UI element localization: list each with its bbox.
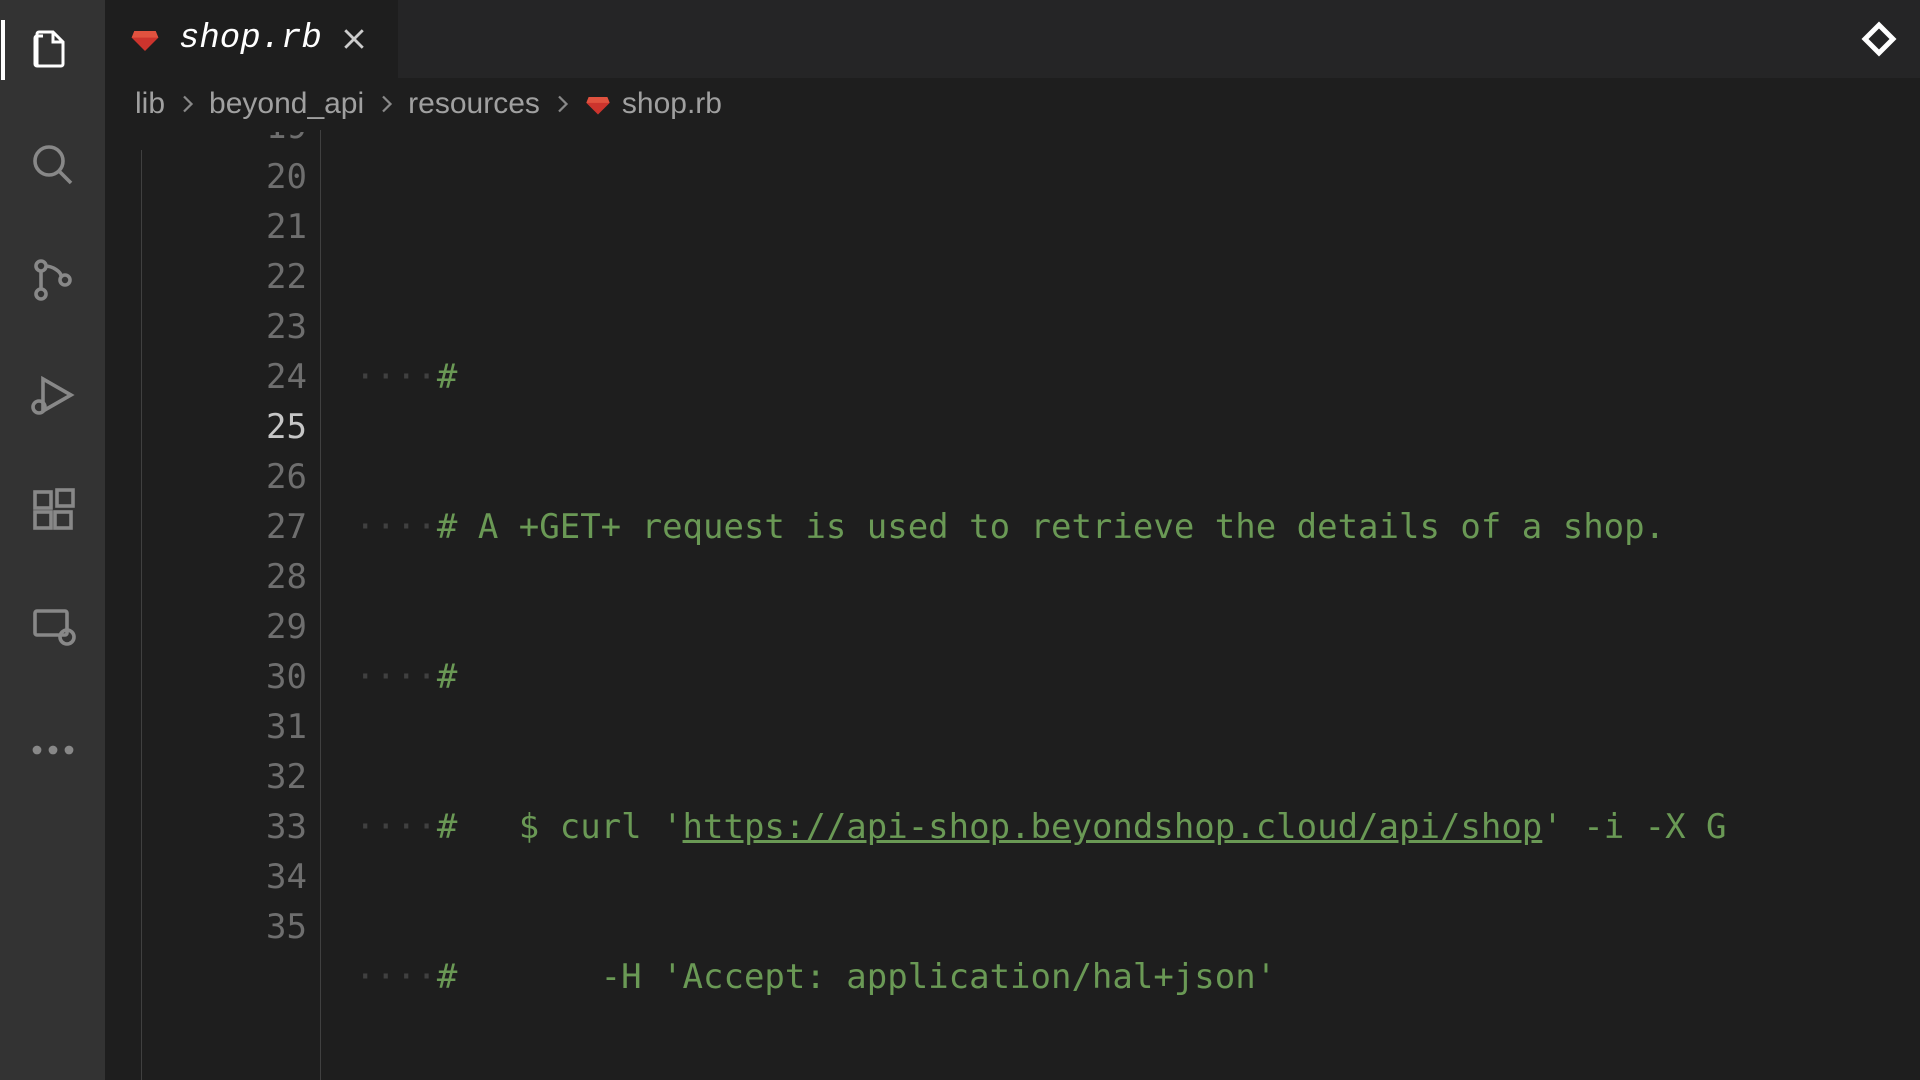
crumb-beyond-api[interactable]: beyond_api: [209, 87, 364, 121]
source-control-icon[interactable]: [23, 250, 83, 310]
breadcrumb[interactable]: lib beyond_api resources shop.rb: [105, 78, 1920, 130]
code-line: ····# -H 'Accept: application/hal+json': [355, 952, 1920, 1002]
code-content[interactable]: ····# ····# A +GET+ request is used to r…: [355, 130, 1920, 1080]
crumb-lib[interactable]: lib: [135, 87, 165, 121]
main-area: shop.rb lib beyond_api resources shop.rb…: [105, 0, 1920, 1080]
tab-bar: shop.rb: [105, 0, 1920, 78]
more-icon[interactable]: [23, 720, 83, 780]
explorer-icon[interactable]: [23, 20, 83, 80]
close-icon[interactable]: [340, 25, 368, 53]
ruby-file-icon: [584, 90, 612, 118]
activity-bar: [0, 0, 105, 1080]
crumb-resources[interactable]: resources: [408, 87, 540, 121]
crumb-filename: shop.rb: [622, 87, 722, 121]
chevron-right-icon: [175, 92, 199, 116]
crumb-file[interactable]: shop.rb: [584, 87, 722, 121]
code-line: ····#: [355, 652, 1920, 702]
run-debug-icon[interactable]: [23, 365, 83, 425]
code-editor[interactable]: 19 20 21 22 23 24 25 26 27 28 29 30 31 3…: [105, 130, 1920, 1080]
code-line: ····# $ curl 'https://api-shop.beyondsho…: [355, 802, 1920, 852]
extensions-icon[interactable]: [23, 480, 83, 540]
search-icon[interactable]: [23, 135, 83, 195]
remote-icon[interactable]: [23, 595, 83, 655]
tab-actions: [1858, 0, 1920, 78]
copilot-icon[interactable]: [1858, 18, 1900, 60]
chevron-right-icon: [550, 92, 574, 116]
code-line: ····#: [355, 352, 1920, 402]
ruby-file-icon: [129, 23, 161, 55]
line-gutter: 19 20 21 22 23 24 25 26 27 28 29 30 31 3…: [105, 130, 355, 1080]
tab-label: shop.rb: [179, 20, 322, 58]
code-line: ····# A +GET+ request is used to retriev…: [355, 502, 1920, 552]
chevron-right-icon: [374, 92, 398, 116]
tab-shop-rb[interactable]: shop.rb: [105, 0, 399, 78]
